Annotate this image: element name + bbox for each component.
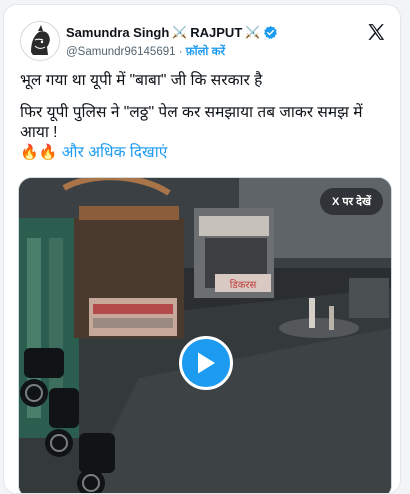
tweet-card[interactable]: Samundra Singh ⚔️ RAJPUT ⚔️ @Samundr9614… [3, 4, 401, 494]
author-tag: RAJPUT [190, 24, 243, 40]
author-display-name[interactable]: Samundra Singh [66, 25, 169, 40]
x-logo-icon[interactable] [366, 22, 386, 42]
view-on-x-button[interactable]: X पर देखें [319, 188, 383, 215]
tweet-line-footer: 🔥🔥 और अधिक दिखाएं [20, 143, 392, 163]
separator-dot: · [178, 46, 183, 58]
swords-icon: ⚔️ [172, 25, 188, 39]
fire-emoji-icon: 🔥🔥 [20, 144, 58, 161]
avatar[interactable] [20, 21, 60, 61]
video-thumbnail[interactable]: डिकरस X पर देखें [18, 177, 392, 493]
author-name-row[interactable]: Samundra Singh ⚔️ RAJPUT ⚔️ [66, 23, 278, 41]
tweet-line: भूल गया था यूपी में "बाबा" जी कि सरकार ह… [20, 72, 263, 89]
tweet-text: भूल गया था यूपी में "बाबा" जी कि सरकार ह… [20, 71, 392, 163]
author-handle-row: @Samundr96145691 · फ़ॉलो करें [66, 44, 225, 59]
tweet-line: फिर यूपी पुलिस ने "लठ्ठ" पेल कर समझाया त… [20, 104, 363, 141]
author-handle[interactable]: @Samundr96145691 [66, 46, 176, 58]
warrior-avatar-icon [21, 22, 59, 60]
swords-icon: ⚔️ [245, 25, 261, 39]
follow-link[interactable]: फ़ॉलो करें [186, 46, 225, 58]
play-button[interactable] [179, 336, 233, 390]
stall-sign-text: डिकरस [230, 279, 257, 291]
show-more-link[interactable]: और अधिक दिखाएं [62, 144, 168, 161]
play-icon [198, 352, 215, 374]
verified-badge-icon [264, 25, 278, 39]
